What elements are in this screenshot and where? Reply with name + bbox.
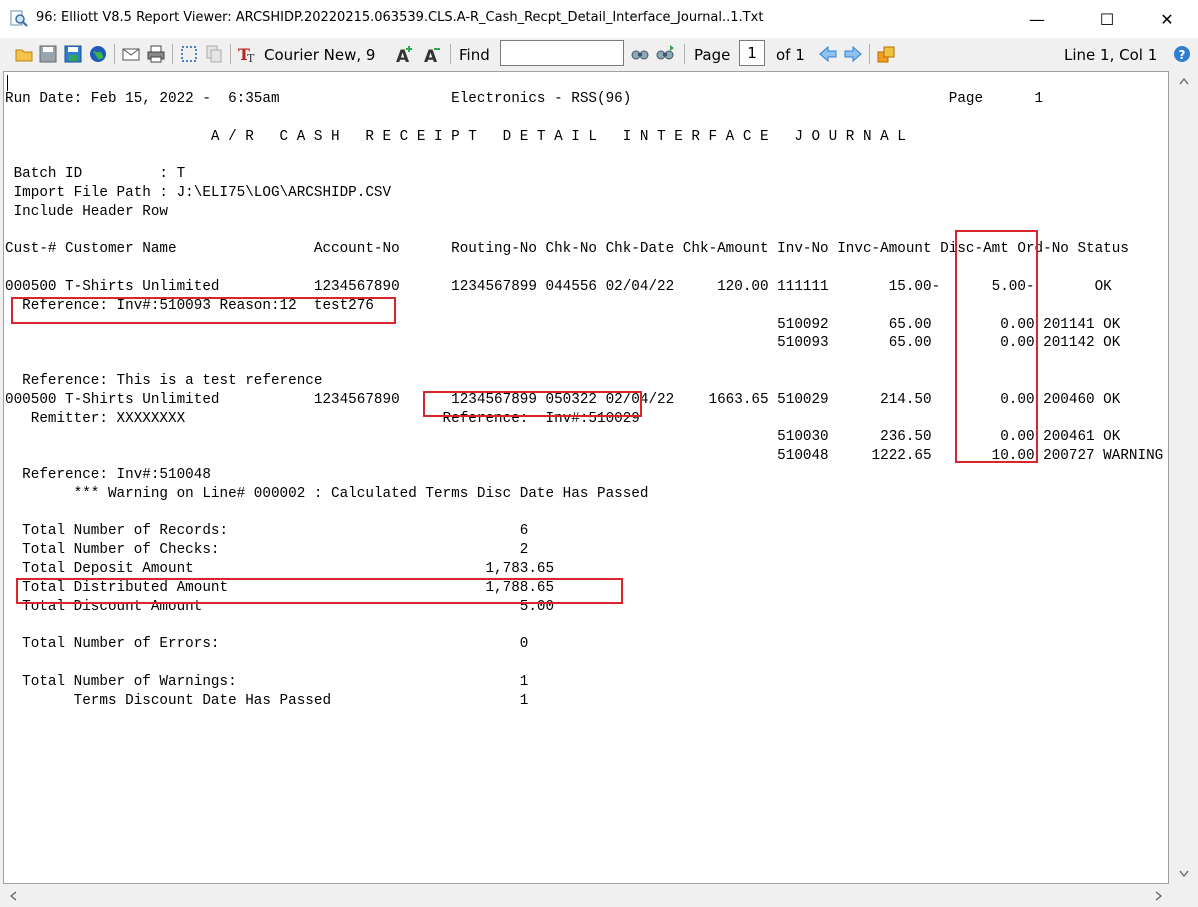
vertical-scrollbar[interactable]	[1170, 71, 1198, 884]
find-label: Find	[459, 46, 490, 64]
help-icon[interactable]: ?	[1172, 44, 1192, 64]
report-line: Total Number of Warnings: 1	[5, 673, 529, 690]
find-input[interactable]	[500, 40, 624, 66]
magnifier-report-icon	[10, 10, 28, 27]
report-line: Include Header Row	[5, 203, 169, 220]
svg-text:?: ?	[1179, 48, 1186, 62]
report-line: *** Warning on Line# 000002 : Calculated…	[5, 485, 649, 502]
close-icon: ✕	[1160, 9, 1174, 29]
highlight-reference-510029	[423, 391, 642, 417]
report-line	[5, 109, 1163, 128]
report-line: Total Deposit Amount 1,783.65	[5, 560, 555, 577]
open-folder-icon[interactable]	[14, 44, 34, 64]
toolbar-separator	[230, 44, 231, 64]
report-line: Batch ID : T	[5, 166, 186, 183]
font-selector[interactable]: Courier New, 9	[264, 46, 375, 64]
copy-icon[interactable]	[204, 44, 224, 64]
minimize-icon: —	[1029, 9, 1045, 29]
toolbar-separator	[450, 44, 451, 64]
report-line: Total Number of Errors: 0	[5, 636, 529, 653]
page-count: of 1	[776, 46, 805, 64]
minimize-button[interactable]: —	[1014, 0, 1060, 38]
maximize-button[interactable]: ☐	[1084, 0, 1130, 38]
email-icon[interactable]	[121, 44, 141, 64]
globe-icon[interactable]	[88, 44, 108, 64]
report-line: Terms Discount Date Has Passed 1	[5, 692, 529, 709]
window-title: 96: Elliott V8.5 Report Viewer: ARCSHIDP…	[36, 10, 764, 25]
prev-page-icon[interactable]	[818, 44, 838, 64]
save-as-icon[interactable]	[63, 44, 83, 64]
report-line: Reference: Inv#:510048	[5, 466, 211, 483]
report-line	[5, 146, 1163, 165]
toolbar-separator	[684, 44, 685, 64]
toolbar-separator	[172, 44, 173, 64]
scroll-up-icon[interactable]	[1179, 77, 1189, 85]
decrease-font-icon[interactable]: A	[423, 44, 443, 64]
increase-font-icon[interactable]: A	[395, 44, 415, 64]
report-line: Total Number of Checks: 2	[5, 542, 529, 559]
find-icon[interactable]	[630, 44, 650, 64]
report-line: A / R C A S H R E C E I P T D E T A I L …	[5, 128, 906, 145]
maximize-icon: ☐	[1099, 9, 1115, 29]
export-icon[interactable]	[876, 44, 896, 64]
highlight-reference-510093	[11, 297, 396, 324]
page-label: Page	[694, 46, 731, 64]
font-icon[interactable]: TT	[238, 44, 258, 64]
toolbar-separator	[114, 44, 115, 64]
report-line: Import File Path : J:\ELI75\LOG\ARCSHIDP…	[5, 184, 392, 201]
report-line: Run Date: Feb 15, 2022 - 6:35am Electron…	[5, 91, 1044, 107]
report-line	[5, 616, 1163, 635]
toolbar-separator	[869, 44, 870, 64]
scroll-left-icon[interactable]	[9, 891, 17, 901]
text-cursor	[7, 75, 8, 91]
page-number-input[interactable]: 1	[739, 40, 765, 66]
scroll-down-icon[interactable]	[1179, 870, 1189, 878]
report-line	[5, 654, 1163, 673]
scroll-right-icon[interactable]	[1155, 891, 1163, 901]
select-icon[interactable]	[179, 44, 199, 64]
title-bar: 96: Elliott V8.5 Report Viewer: ARCSHIDP…	[0, 0, 1198, 38]
print-icon[interactable]	[146, 44, 166, 64]
save-icon[interactable]	[38, 44, 58, 64]
find-next-icon[interactable]	[655, 44, 675, 64]
svg-text:T: T	[247, 52, 255, 64]
highlight-disc-amt-column	[955, 230, 1038, 463]
next-page-icon[interactable]	[843, 44, 863, 64]
cursor-status: Line 1, Col 1	[1064, 46, 1158, 64]
highlight-total-discount	[16, 578, 623, 604]
report-line: Total Number of Records: 6	[5, 523, 529, 540]
horizontal-scrollbar[interactable]	[0, 884, 1198, 907]
close-button[interactable]: ✕	[1144, 0, 1190, 38]
report-line	[5, 504, 1163, 523]
